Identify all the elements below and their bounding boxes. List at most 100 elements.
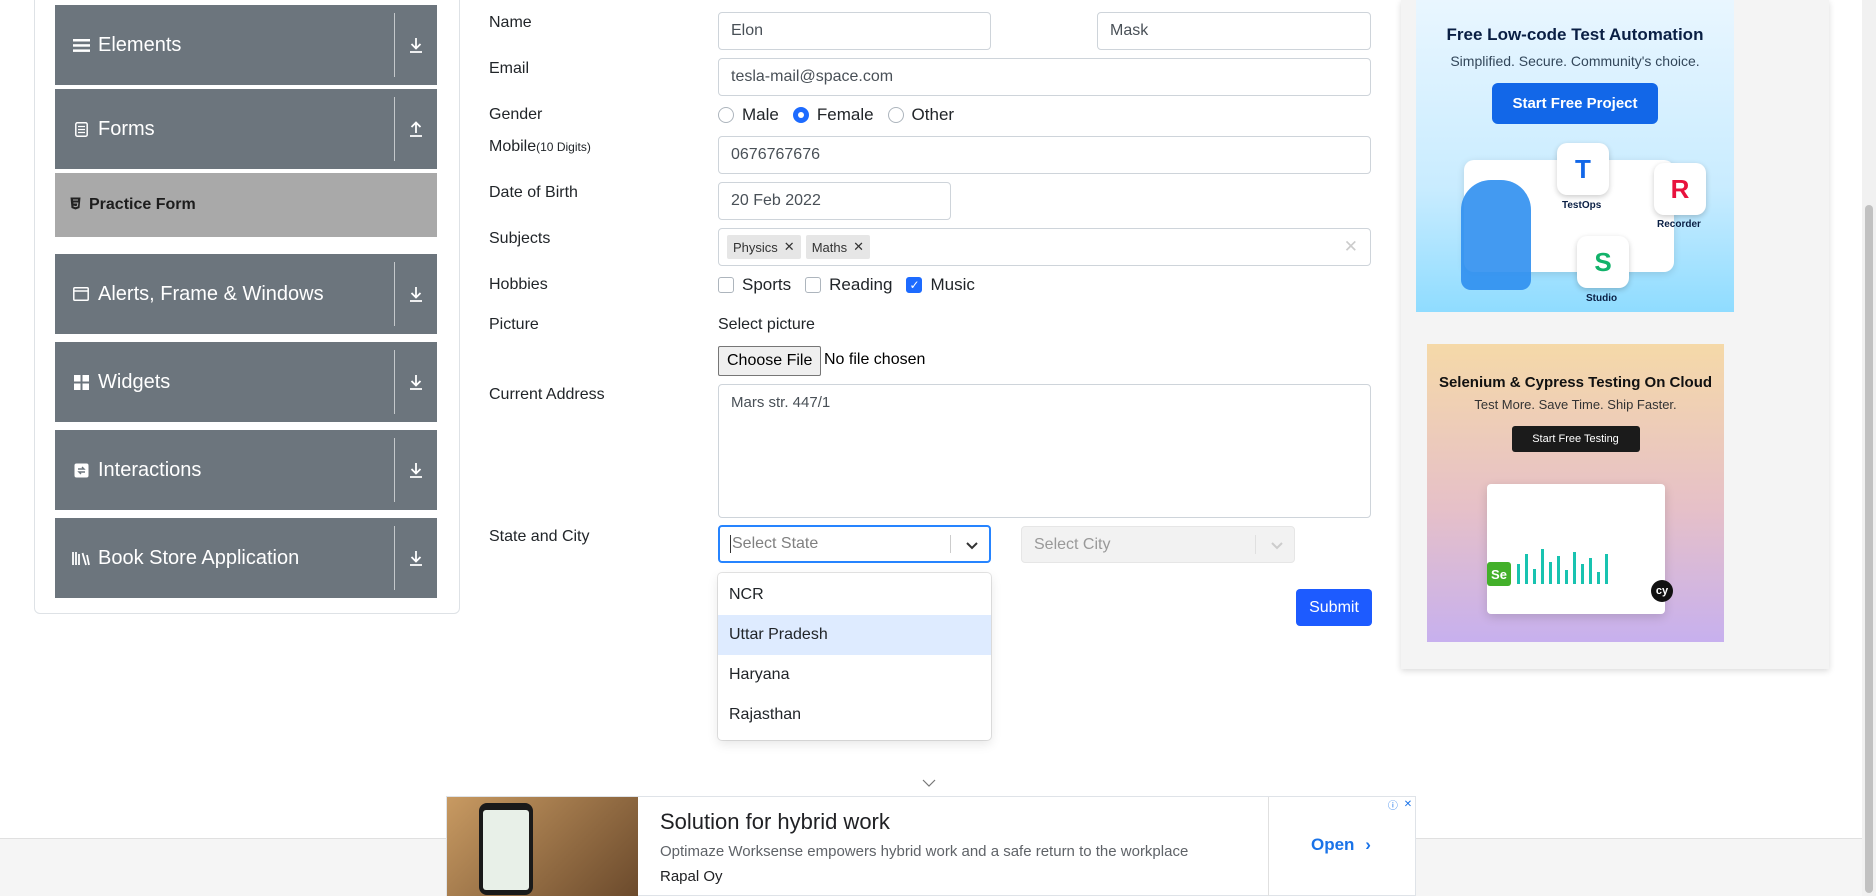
- download-icon[interactable]: [403, 518, 429, 598]
- hobbies-label: Hobbies: [489, 276, 548, 293]
- adchoices-icon[interactable]: ⓘ ✕: [1385, 797, 1415, 812]
- divider: [394, 262, 395, 326]
- state-dropdown-menu: NCR Uttar Pradesh Haryana Rajasthan: [718, 573, 991, 740]
- gender-radio-group: Male Female Other: [718, 105, 968, 125]
- sidebar-group-label: Elements: [98, 33, 182, 56]
- sidebar-group-interactions[interactable]: Interactions: [55, 430, 437, 510]
- state-option[interactable]: Rajasthan: [718, 695, 991, 735]
- gender-female-option[interactable]: Female: [792, 105, 874, 125]
- hobby-reading-option[interactable]: Reading: [805, 275, 892, 295]
- mobile-input[interactable]: 0676767676: [718, 136, 1371, 174]
- tool-caption: Studio: [1586, 293, 1618, 304]
- close-icon[interactable]: ✕: [1404, 799, 1412, 810]
- chevron-down-icon: [1270, 538, 1284, 556]
- tool-caption: TestOps: [1562, 200, 1602, 211]
- info-icon[interactable]: ⓘ: [1388, 797, 1398, 812]
- ad-headline: Solution for hybrid work: [660, 809, 890, 834]
- radio-female[interactable]: [792, 107, 809, 123]
- subjects-input[interactable]: Physics ✕ Maths ✕ ✕: [718, 228, 1371, 266]
- document-icon: [70, 121, 92, 137]
- state-option[interactable]: NCR: [718, 575, 991, 615]
- robot-graphic: [1461, 180, 1531, 290]
- city-placeholder: Select City: [1034, 535, 1111, 553]
- checkbox-music[interactable]: ✓: [906, 277, 923, 293]
- interactions-icon: [70, 463, 92, 478]
- bottom-banner-ad[interactable]: Solution for hybrid work Optimaze Workse…: [446, 796, 1416, 896]
- clear-icon[interactable]: ✕: [1344, 237, 1358, 257]
- radio-male[interactable]: [718, 107, 734, 123]
- choose-file-button[interactable]: Choose File: [718, 346, 822, 376]
- sidebar-group-forms[interactable]: Forms: [55, 89, 437, 169]
- chip-remove-icon[interactable]: ✕: [778, 239, 801, 255]
- select-divider: [1255, 535, 1256, 554]
- ad-image: [447, 797, 638, 896]
- sidebar-group-widgets[interactable]: Widgets: [55, 342, 437, 422]
- sidebar-group-book-store[interactable]: Book Store Application: [55, 518, 437, 598]
- sidebar-group-alerts[interactable]: Alerts, Frame & Windows: [55, 254, 437, 334]
- chip-label: Physics: [733, 239, 778, 255]
- subject-chip: Maths ✕: [805, 235, 871, 259]
- radio-other[interactable]: [887, 107, 904, 123]
- hobby-label: Reading: [829, 275, 893, 294]
- submit-button[interactable]: Submit: [1296, 589, 1372, 626]
- scrollbar-thumb[interactable]: [1865, 205, 1873, 893]
- sidebar: Elements Forms Practice Form Alerts, Fra…: [34, 0, 460, 614]
- download-icon[interactable]: [403, 430, 429, 510]
- chevron-right-icon: ›: [1365, 835, 1371, 854]
- state-option[interactable]: Haryana: [718, 655, 991, 695]
- last-name-input[interactable]: Mask: [1097, 12, 1371, 50]
- dob-label: Date of Birth: [489, 184, 578, 201]
- email-label: Email: [489, 60, 530, 77]
- testops-icon: T: [1557, 143, 1609, 195]
- picture-label: Picture: [489, 316, 539, 333]
- sidebar-item-label: Practice Form: [89, 196, 196, 213]
- mobile-hint: (10 Digits): [536, 140, 591, 154]
- divider: [1268, 797, 1269, 896]
- state-city-label: State and City: [489, 528, 590, 545]
- state-option[interactable]: Uttar Pradesh: [718, 615, 991, 655]
- select-divider: [950, 535, 951, 553]
- gender-male-option[interactable]: Male: [718, 105, 779, 125]
- address-label: Current Address: [489, 386, 605, 403]
- sidebar-group-label: Alerts, Frame & Windows: [98, 282, 324, 305]
- checkbox-reading[interactable]: [805, 277, 822, 293]
- lambdatest-ad[interactable]: Selenium & Cypress Testing On Cloud Test…: [1427, 344, 1724, 642]
- start-free-project-button[interactable]: Start Free Project: [1492, 83, 1658, 124]
- gender-other-option[interactable]: Other: [887, 105, 955, 125]
- hobby-label: Sports: [742, 275, 792, 294]
- gender-option-label: Other: [911, 105, 955, 124]
- email-input[interactable]: tesla-mail@space.com: [718, 58, 1371, 96]
- selenium-icon: Se: [1487, 562, 1511, 586]
- hobby-sports-option[interactable]: Sports: [718, 275, 791, 295]
- download-icon[interactable]: [403, 254, 429, 334]
- dob-input[interactable]: 20 Feb 2022: [718, 182, 951, 220]
- name-label: Name: [489, 14, 532, 31]
- divider: [394, 97, 395, 161]
- open-label: Open: [1311, 835, 1355, 854]
- city-select[interactable]: Select City: [1021, 526, 1295, 563]
- sidebar-group-label: Book Store Application: [98, 546, 300, 569]
- chevron-down-icon[interactable]: [965, 538, 979, 556]
- start-free-testing-button[interactable]: Start Free Testing: [1511, 426, 1640, 452]
- ad-title: Free Low-code Test Automation: [1446, 25, 1704, 44]
- address-textarea[interactable]: Mars str. 447/1: [718, 384, 1371, 518]
- subject-chip: Physics ✕: [727, 235, 801, 259]
- html5-icon: [70, 197, 81, 213]
- upload-icon[interactable]: [403, 89, 429, 169]
- katalon-ad[interactable]: Free Low-code Test Automation Simplified…: [1416, 0, 1734, 312]
- chip-remove-icon[interactable]: ✕: [847, 239, 870, 255]
- state-select[interactable]: Select State: [718, 525, 991, 563]
- download-icon[interactable]: [403, 342, 429, 422]
- checkbox-sports[interactable]: [718, 277, 734, 293]
- no-file-text: No file chosen: [824, 351, 926, 368]
- first-name-input[interactable]: Elon: [718, 12, 991, 50]
- download-icon[interactable]: [403, 5, 429, 85]
- books-icon: [70, 551, 92, 566]
- sidebar-item-practice-form[interactable]: Practice Form: [55, 173, 437, 237]
- ad-brand: Rapal Oy: [660, 868, 723, 885]
- sidebar-group-elements[interactable]: Elements: [55, 5, 437, 85]
- open-ad-link[interactable]: Open ›: [1311, 835, 1371, 855]
- hobby-music-option[interactable]: ✓ Music: [906, 275, 975, 295]
- chevron-down-icon[interactable]: [922, 776, 936, 790]
- divider: [394, 526, 395, 590]
